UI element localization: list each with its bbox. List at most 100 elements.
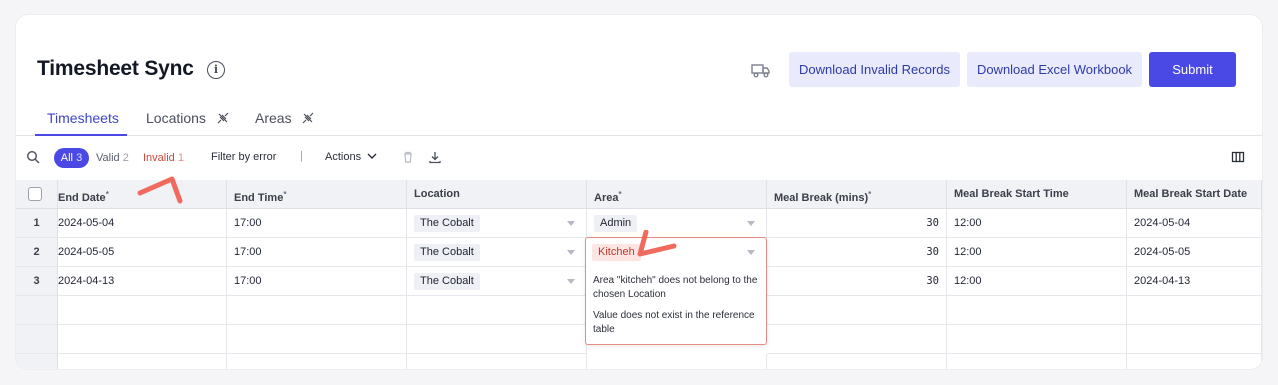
chevron-down-icon[interactable] <box>747 221 755 226</box>
cell-meal-break-start-date[interactable]: 2024-05-05 <box>1127 238 1262 267</box>
required-marker: * <box>868 190 872 199</box>
select-all-checkbox[interactable] <box>28 187 42 201</box>
column-label: Meal Break Start Time <box>954 188 1069 200</box>
filter-all-count: 3 <box>76 152 83 164</box>
empty-cell[interactable] <box>58 325 227 354</box>
required-marker: * <box>105 190 109 199</box>
empty-cell[interactable] <box>407 296 587 325</box>
location-chip: The Cobalt <box>414 273 480 290</box>
column-label: Area <box>594 192 619 204</box>
cell-end-date[interactable]: 2024-05-04 <box>58 209 227 238</box>
select-all-header <box>16 180 58 209</box>
row-number-empty <box>16 325 58 354</box>
column-header-location[interactable]: Location <box>407 180 587 209</box>
empty-cell[interactable] <box>58 296 227 325</box>
empty-cell[interactable] <box>587 354 767 369</box>
download-invalid-records-button[interactable]: Download Invalid Records <box>789 52 960 87</box>
tab-label: Areas <box>255 110 292 126</box>
filter-by-error-button[interactable]: Filter by error <box>211 151 276 163</box>
filter-invalid-button[interactable]: Invalid 1 <box>143 152 184 164</box>
cell-end-date[interactable]: 2024-04-13 <box>58 267 227 296</box>
required-marker: * <box>283 190 287 199</box>
cell-meal-break[interactable]: 30 <box>767 267 947 296</box>
cell-location[interactable]: The Cobalt <box>407 267 587 296</box>
tab-label: Locations <box>146 110 206 126</box>
empty-cell[interactable] <box>1127 325 1262 354</box>
columns-icon[interactable] <box>1231 150 1245 164</box>
row-number-empty <box>16 354 58 369</box>
toolbar-separator: | <box>300 150 303 162</box>
column-label: Meal Break (mins) <box>774 192 869 204</box>
tab-locations[interactable]: Locations <box>146 110 230 126</box>
filter-all-label: All <box>60 152 74 164</box>
cell-area-invalid[interactable]: Kitcheh <box>586 238 766 267</box>
cell-end-date[interactable]: 2024-05-05 <box>58 238 227 267</box>
chevron-down-icon[interactable] <box>567 250 575 255</box>
empty-cell[interactable] <box>767 296 947 325</box>
cell-location[interactable]: The Cobalt <box>407 209 587 238</box>
tab-timesheets[interactable]: Timesheets <box>47 110 119 126</box>
location-chip: The Cobalt <box>414 215 480 232</box>
empty-cell[interactable] <box>58 354 227 369</box>
cell-meal-break[interactable]: 30 <box>767 209 947 238</box>
empty-cell[interactable] <box>1127 296 1262 325</box>
unplug-icon <box>217 112 229 124</box>
cell-meal-break[interactable]: 30 <box>767 238 947 267</box>
column-header-meal-break-start-date[interactable]: Meal Break Start Date <box>1127 180 1262 209</box>
empty-cell[interactable] <box>1127 354 1262 369</box>
chevron-down-icon[interactable] <box>567 221 575 226</box>
cell-meal-break-start-time[interactable]: 12:00 <box>947 238 1127 267</box>
required-marker: * <box>618 190 622 199</box>
empty-cell[interactable] <box>227 296 407 325</box>
row-number: 1 <box>16 209 58 238</box>
empty-cell[interactable] <box>947 325 1127 354</box>
page-title: Timesheet Sync <box>37 57 194 80</box>
cell-end-time[interactable]: 17:00 <box>227 238 407 267</box>
row-number-empty <box>16 296 58 325</box>
column-header-meal-break[interactable]: Meal Break (mins)* <box>767 180 947 209</box>
filter-all-button[interactable]: All 3 <box>54 148 89 168</box>
timesheet-sync-modal: Timesheet Sync i Download Invalid Record… <box>16 15 1262 369</box>
empty-cell[interactable] <box>227 354 407 369</box>
download-icon[interactable] <box>428 150 442 164</box>
cell-meal-break-start-time[interactable]: 12:00 <box>947 209 1127 238</box>
row-number: 2 <box>16 238 58 267</box>
column-label: End Date <box>58 192 106 204</box>
empty-cell[interactable] <box>767 354 947 369</box>
filter-valid-count: 2 <box>122 152 129 164</box>
filter-valid-button[interactable]: Valid 2 <box>96 152 129 164</box>
empty-cell[interactable] <box>407 325 587 354</box>
column-header-end-date[interactable]: End Date* <box>58 180 227 209</box>
chevron-down-icon <box>367 153 377 159</box>
cell-area[interactable]: Admin <box>587 209 767 238</box>
empty-cell[interactable] <box>947 296 1127 325</box>
tab-bar: Timesheets Locations Areas <box>16 101 1262 136</box>
truck-icon[interactable] <box>751 60 771 80</box>
empty-cell[interactable] <box>767 325 947 354</box>
column-label: Location <box>414 188 460 200</box>
cell-meal-break-start-time[interactable]: 12:00 <box>947 267 1127 296</box>
actions-menu-button[interactable]: Actions <box>325 151 377 163</box>
submit-button[interactable]: Submit <box>1149 52 1236 87</box>
cell-meal-break-start-date[interactable]: 2024-04-13 <box>1127 267 1262 296</box>
tab-areas[interactable]: Areas <box>255 110 315 126</box>
trash-icon[interactable] <box>401 150 415 164</box>
download-excel-workbook-button[interactable]: Download Excel Workbook <box>967 52 1142 87</box>
chevron-down-icon[interactable] <box>747 250 755 255</box>
search-icon[interactable] <box>26 150 40 164</box>
chevron-down-icon[interactable] <box>567 279 575 284</box>
unplug-icon <box>303 112 314 124</box>
empty-cell[interactable] <box>407 354 587 369</box>
empty-cell[interactable] <box>227 325 407 354</box>
cell-meal-break-start-date[interactable]: 2024-05-04 <box>1127 209 1262 238</box>
cell-end-time[interactable]: 17:00 <box>227 267 407 296</box>
column-header-meal-break-start-time[interactable]: Meal Break Start Time <box>947 180 1127 209</box>
info-icon[interactable]: i <box>207 61 225 79</box>
empty-cell[interactable] <box>947 354 1127 369</box>
column-header-end-time[interactable]: End Time* <box>227 180 407 209</box>
filter-valid-label: Valid <box>96 152 120 164</box>
area-chip: Admin <box>594 215 638 232</box>
column-header-area[interactable]: Area* <box>587 180 767 209</box>
cell-end-time[interactable]: 17:00 <box>227 209 407 238</box>
cell-location[interactable]: The Cobalt <box>407 238 587 267</box>
